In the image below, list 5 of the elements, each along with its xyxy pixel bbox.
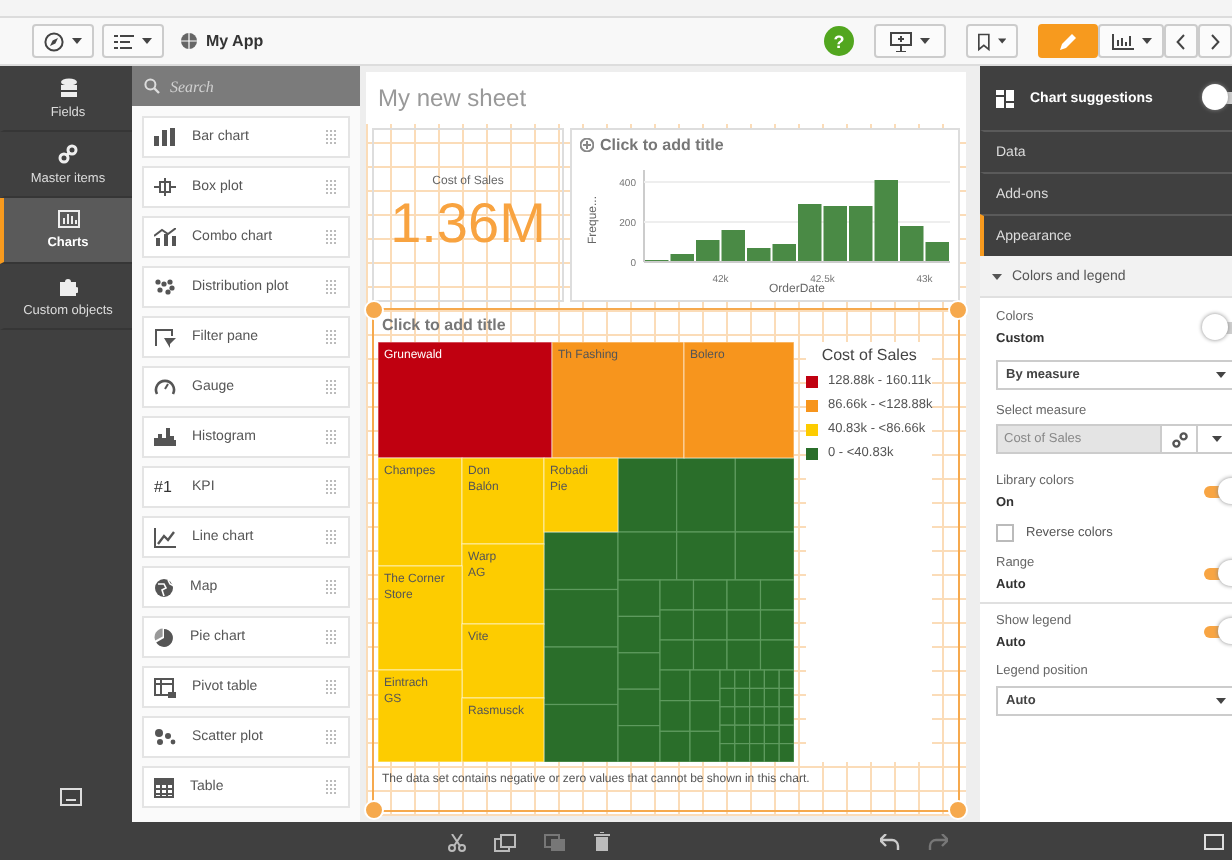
legend-title: Cost of Sales — [819, 346, 919, 364]
sheet-title: My new sheet — [376, 82, 529, 116]
kpi-icon: #1 — [154, 478, 176, 496]
app-title: My App — [206, 32, 264, 50]
kpi-value: 1.36M — [390, 191, 546, 255]
